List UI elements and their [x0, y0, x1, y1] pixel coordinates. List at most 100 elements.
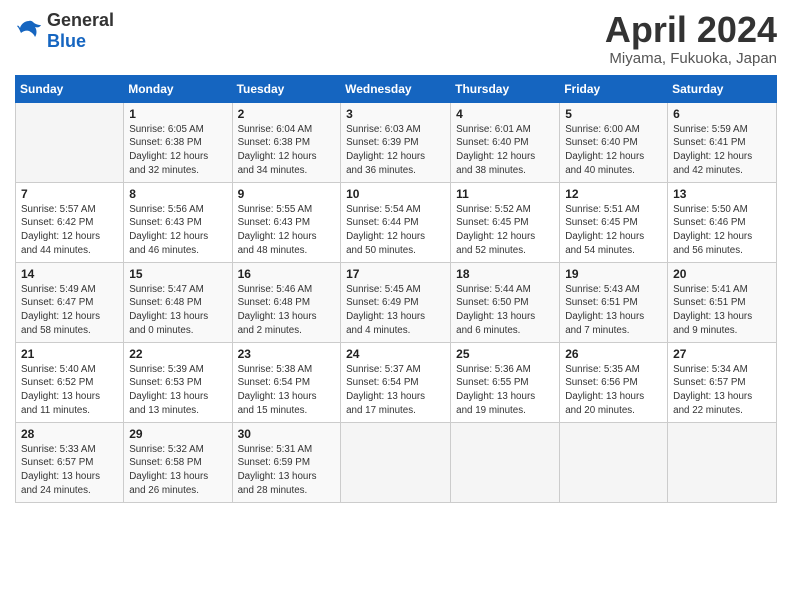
calendar-cell: 13 Sunrise: 5:50 AM Sunset: 6:46 PM Dayli…: [668, 182, 777, 262]
calendar-cell: 1Sunrise: 6:05 AM Sunset: 6:38 PM Daylig…: [124, 102, 232, 182]
day-number: 21: [21, 347, 118, 361]
day-info: Sunrise: 5:57 AM Sunset: 6:42 PM Dayligh…: [21, 203, 118, 258]
calendar-cell: 29Sunrise: 5:32 AM Sunset: 6:58 PM Dayli…: [124, 422, 232, 502]
day-info: Sunrise: 6:03 AM Sunset: 6:39 PM Dayligh…: [346, 123, 445, 178]
calendar-cell: 30 Sunrise: 5:31 AM Sunset: 6:59 PM Dayli…: [232, 422, 341, 502]
calendar-header-row: Sunday Monday Tuesday Wednesday Thursday…: [16, 75, 777, 102]
calendar-cell: 16 Sunrise: 5:46 AM Sunset: 6:48 PM Dayli…: [232, 262, 341, 342]
day-info: Sunrise: 5:46 AM Sunset: 6:48 PM Dayligh…: [238, 283, 336, 338]
location: Miyama, Fukuoka, Japan: [605, 50, 777, 67]
day-number: 22: [129, 347, 226, 361]
day-number: 24: [346, 347, 445, 361]
title-block: April 2024 Miyama, Fukuoka, Japan: [605, 10, 777, 67]
day-number: 8: [129, 187, 226, 201]
logo-blue: Blue: [47, 31, 86, 51]
calendar-cell: 22Sunrise: 5:39 AM Sunset: 6:53 PM Dayli…: [124, 342, 232, 422]
calendar-cell: 21Sunrise: 5:40 AM Sunset: 6:52 PM Dayli…: [16, 342, 124, 422]
logo-bird-icon: [15, 17, 43, 45]
day-info: Sunrise: 5:38 AM Sunset: 6:54 PM Dayligh…: [238, 363, 336, 418]
calendar-cell: 5Sunrise: 6:00 AM Sunset: 6:40 PM Daylig…: [560, 102, 668, 182]
day-number: 14: [21, 267, 118, 281]
day-info: Sunrise: 5:41 AM Sunset: 6:51 PM Dayligh…: [673, 283, 771, 338]
day-number: 6: [673, 107, 771, 121]
day-info: Sunrise: 5:31 AM Sunset: 6:59 PM Dayligh…: [238, 443, 336, 498]
day-info: Sunrise: 5:34 AM Sunset: 6:57 PM Dayligh…: [673, 363, 771, 418]
calendar-cell: [341, 422, 451, 502]
calendar-cell: 8 Sunrise: 5:56 AM Sunset: 6:43 PM Daylig…: [124, 182, 232, 262]
calendar-cell: 14 Sunrise: 5:49 AM Sunset: 6:47 PM Dayli…: [16, 262, 124, 342]
calendar-cell: 18Sunrise: 5:44 AM Sunset: 6:50 PM Dayli…: [451, 262, 560, 342]
logo-general: General: [47, 10, 114, 30]
day-number: 18: [456, 267, 554, 281]
day-info: Sunrise: 5:51 AM Sunset: 6:45 PM Dayligh…: [565, 203, 662, 258]
calendar-cell: 26 Sunrise: 5:35 AM Sunset: 6:56 PM Dayli…: [560, 342, 668, 422]
day-info: Sunrise: 5:45 AM Sunset: 6:49 PM Dayligh…: [346, 283, 445, 338]
calendar-cell: 24Sunrise: 5:37 AM Sunset: 6:54 PM Dayli…: [341, 342, 451, 422]
day-info: Sunrise: 5:50 AM Sunset: 6:46 PM Dayligh…: [673, 203, 771, 258]
day-number: 2: [238, 107, 336, 121]
calendar-cell: 7Sunrise: 5:57 AM Sunset: 6:42 PM Daylig…: [16, 182, 124, 262]
day-info: Sunrise: 5:55 AM Sunset: 6:43 PM Dayligh…: [238, 203, 336, 258]
day-info: Sunrise: 5:33 AM Sunset: 6:57 PM Dayligh…: [21, 443, 118, 498]
header-tuesday: Tuesday: [232, 75, 341, 102]
calendar-week-2: 14 Sunrise: 5:49 AM Sunset: 6:47 PM Dayli…: [16, 262, 777, 342]
calendar-cell: 25Sunrise: 5:36 AM Sunset: 6:55 PM Dayli…: [451, 342, 560, 422]
day-info: Sunrise: 5:35 AM Sunset: 6:56 PM Dayligh…: [565, 363, 662, 418]
calendar-week-0: 1Sunrise: 6:05 AM Sunset: 6:38 PM Daylig…: [16, 102, 777, 182]
day-info: Sunrise: 5:54 AM Sunset: 6:44 PM Dayligh…: [346, 203, 445, 258]
header-friday: Friday: [560, 75, 668, 102]
header-thursday: Thursday: [451, 75, 560, 102]
day-number: 30: [238, 427, 336, 441]
day-number: 20: [673, 267, 771, 281]
header-sunday: Sunday: [16, 75, 124, 102]
day-number: 3: [346, 107, 445, 121]
calendar-cell: 19Sunrise: 5:43 AM Sunset: 6:51 PM Dayli…: [560, 262, 668, 342]
day-info: Sunrise: 6:01 AM Sunset: 6:40 PM Dayligh…: [456, 123, 554, 178]
day-number: 16: [238, 267, 336, 281]
header-saturday: Saturday: [668, 75, 777, 102]
calendar-week-3: 21Sunrise: 5:40 AM Sunset: 6:52 PM Dayli…: [16, 342, 777, 422]
calendar-cell: [560, 422, 668, 502]
calendar-cell: 27 Sunrise: 5:34 AM Sunset: 6:57 PM Dayli…: [668, 342, 777, 422]
calendar-cell: 23 Sunrise: 5:38 AM Sunset: 6:54 PM Dayli…: [232, 342, 341, 422]
day-info: Sunrise: 6:04 AM Sunset: 6:38 PM Dayligh…: [238, 123, 336, 178]
calendar-cell: [16, 102, 124, 182]
month-title: April 2024: [605, 10, 777, 50]
calendar-cell: [451, 422, 560, 502]
header-wednesday: Wednesday: [341, 75, 451, 102]
day-number: 4: [456, 107, 554, 121]
calendar-cell: 2 Sunrise: 6:04 AM Sunset: 6:38 PM Daylig…: [232, 102, 341, 182]
day-number: 17: [346, 267, 445, 281]
day-info: Sunrise: 5:32 AM Sunset: 6:58 PM Dayligh…: [129, 443, 226, 498]
calendar-cell: 10Sunrise: 5:54 AM Sunset: 6:44 PM Dayli…: [341, 182, 451, 262]
day-info: Sunrise: 5:47 AM Sunset: 6:48 PM Dayligh…: [129, 283, 226, 338]
day-info: Sunrise: 6:05 AM Sunset: 6:38 PM Dayligh…: [129, 123, 226, 178]
day-info: Sunrise: 6:00 AM Sunset: 6:40 PM Dayligh…: [565, 123, 662, 178]
calendar-table: Sunday Monday Tuesday Wednesday Thursday…: [15, 75, 777, 503]
day-info: Sunrise: 5:56 AM Sunset: 6:43 PM Dayligh…: [129, 203, 226, 258]
logo: General Blue: [15, 10, 114, 52]
day-number: 13: [673, 187, 771, 201]
day-info: Sunrise: 5:52 AM Sunset: 6:45 PM Dayligh…: [456, 203, 554, 258]
calendar-cell: 6Sunrise: 5:59 AM Sunset: 6:41 PM Daylig…: [668, 102, 777, 182]
calendar-week-1: 7Sunrise: 5:57 AM Sunset: 6:42 PM Daylig…: [16, 182, 777, 262]
calendar-cell: 15 Sunrise: 5:47 AM Sunset: 6:48 PM Dayli…: [124, 262, 232, 342]
day-number: 26: [565, 347, 662, 361]
day-number: 19: [565, 267, 662, 281]
calendar-cell: 12 Sunrise: 5:51 AM Sunset: 6:45 PM Dayli…: [560, 182, 668, 262]
day-info: Sunrise: 5:36 AM Sunset: 6:55 PM Dayligh…: [456, 363, 554, 418]
header-monday: Monday: [124, 75, 232, 102]
calendar-cell: 4 Sunrise: 6:01 AM Sunset: 6:40 PM Daylig…: [451, 102, 560, 182]
day-number: 11: [456, 187, 554, 201]
day-number: 23: [238, 347, 336, 361]
day-info: Sunrise: 5:49 AM Sunset: 6:47 PM Dayligh…: [21, 283, 118, 338]
page-container: General Blue April 2024 Miyama, Fukuoka,…: [0, 0, 792, 513]
calendar-cell: 11 Sunrise: 5:52 AM Sunset: 6:45 PM Dayli…: [451, 182, 560, 262]
day-number: 27: [673, 347, 771, 361]
day-number: 15: [129, 267, 226, 281]
day-number: 28: [21, 427, 118, 441]
logo-text: General Blue: [47, 10, 114, 52]
day-number: 12: [565, 187, 662, 201]
day-number: 9: [238, 187, 336, 201]
calendar-week-4: 28 Sunrise: 5:33 AM Sunset: 6:57 PM Dayli…: [16, 422, 777, 502]
